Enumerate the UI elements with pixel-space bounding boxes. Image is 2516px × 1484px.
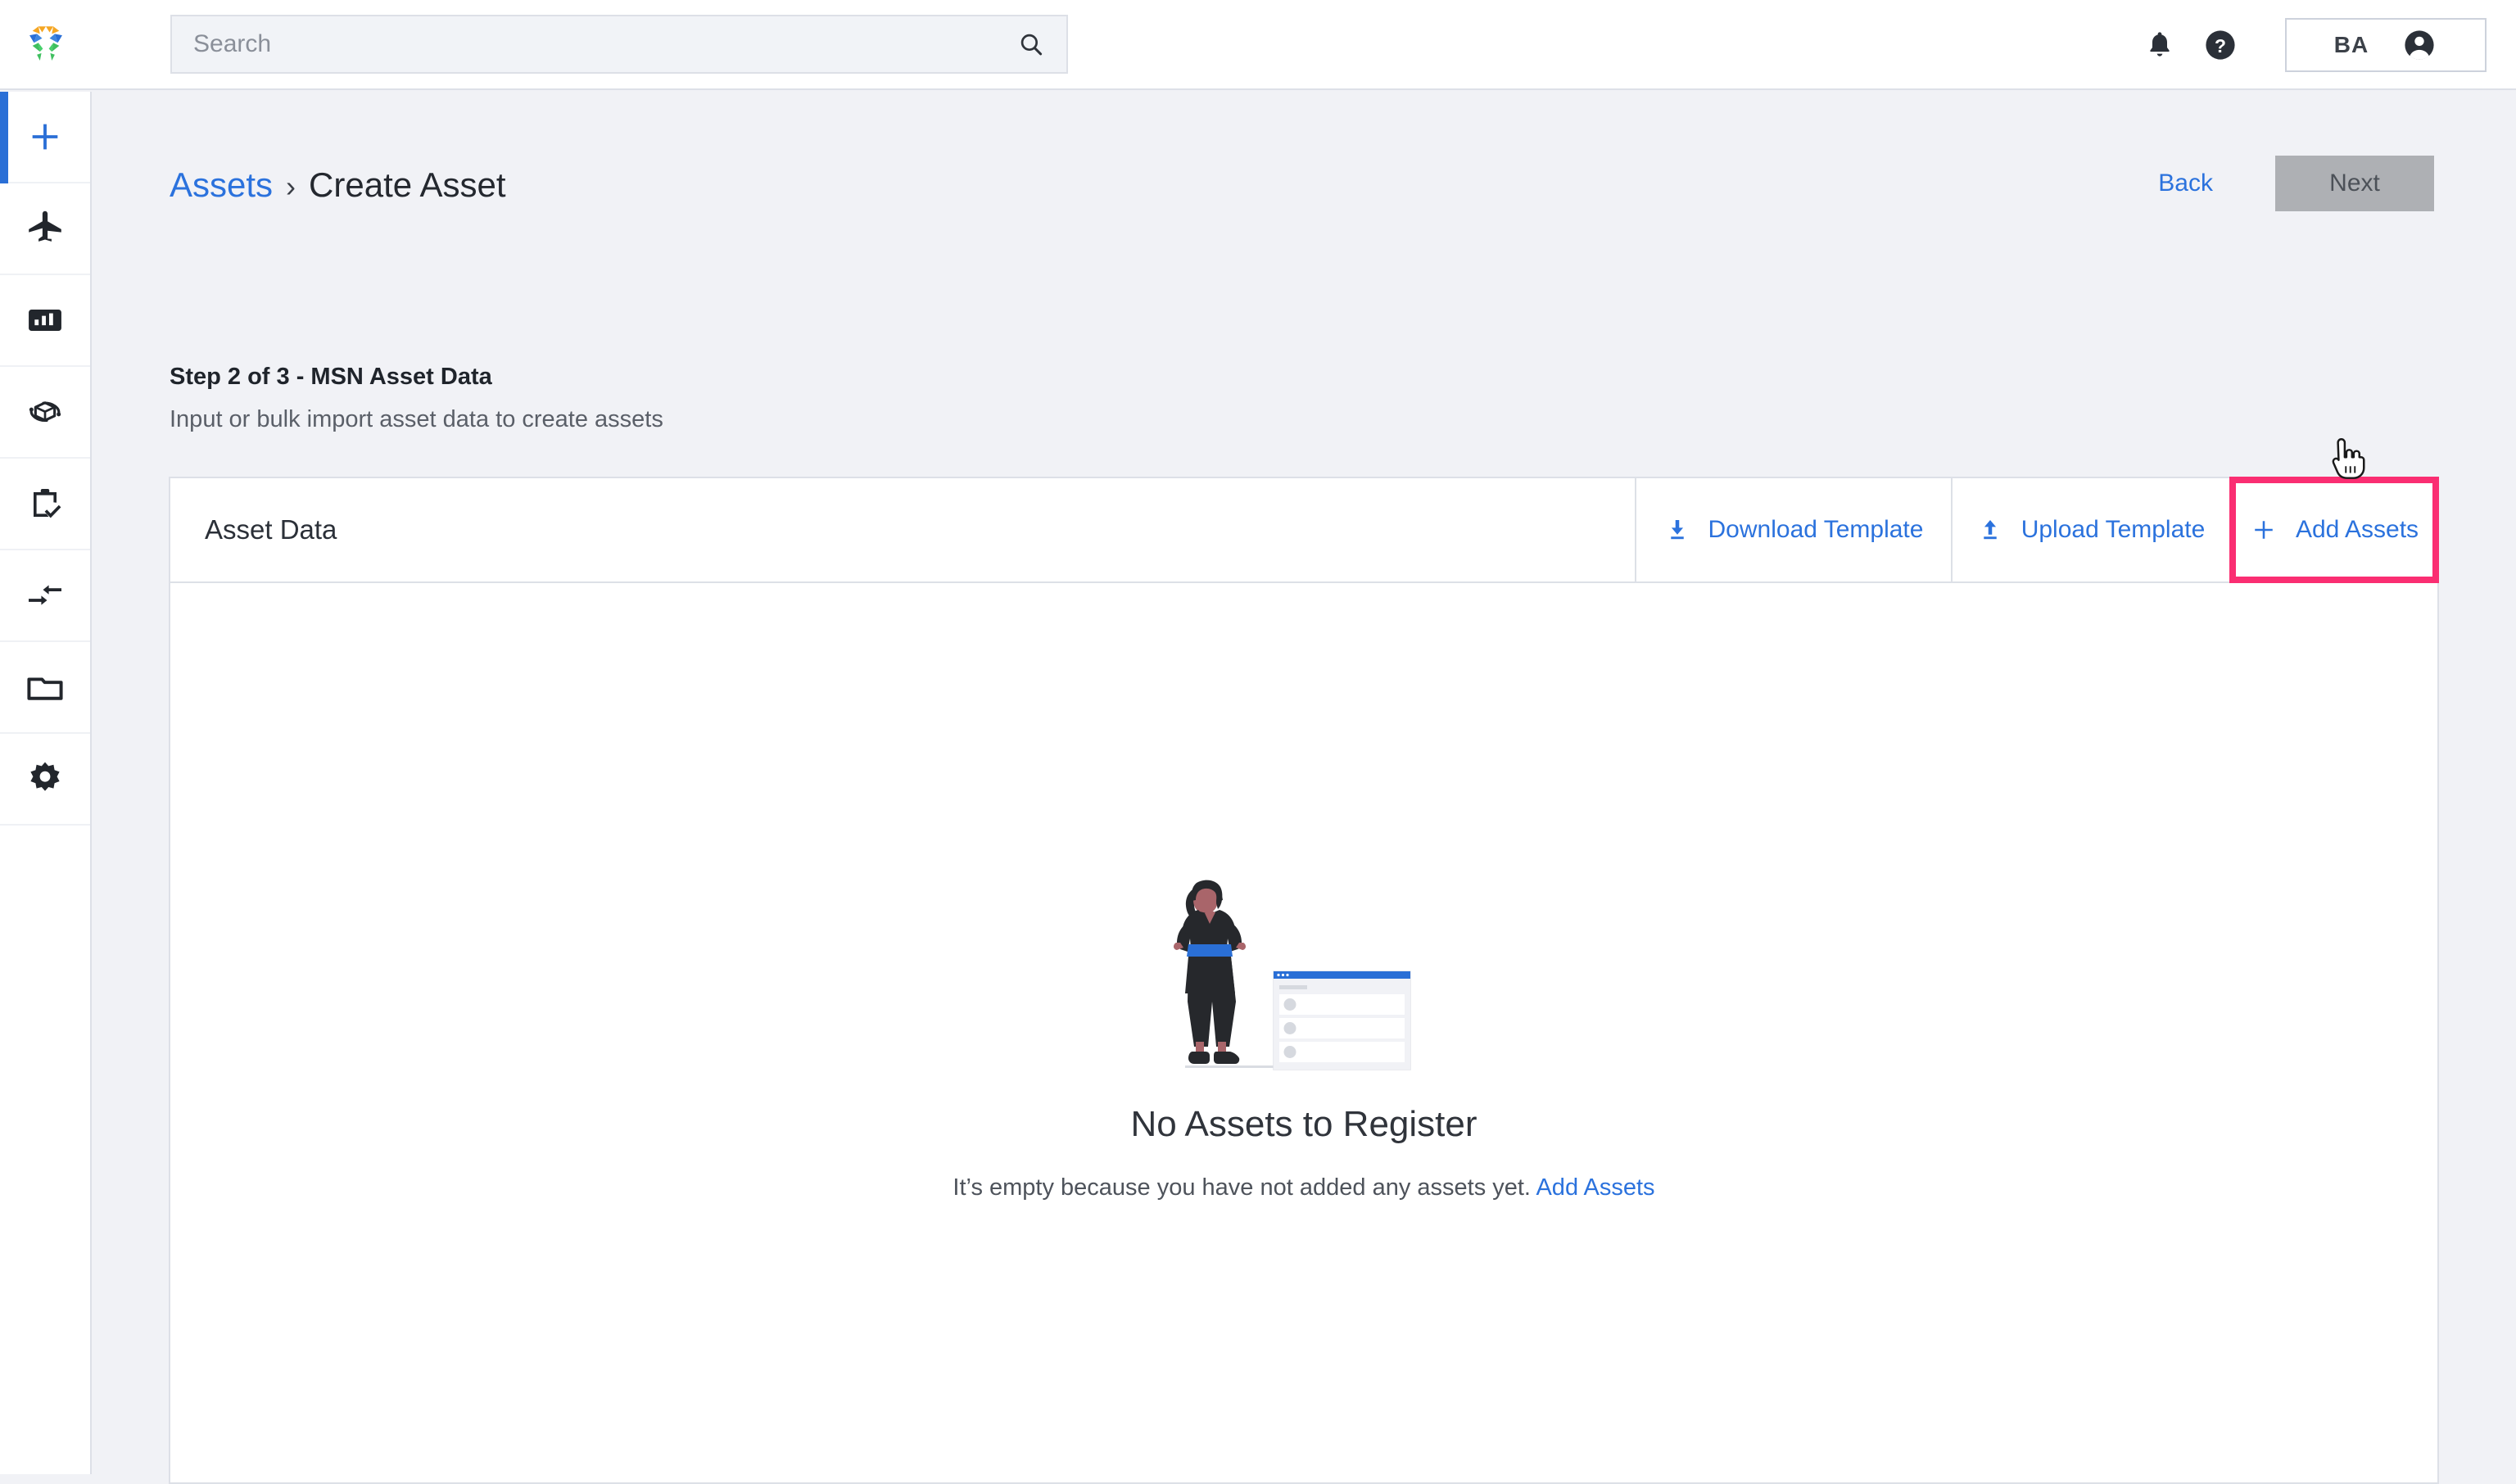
user-initials: BA xyxy=(2333,32,2369,57)
wizard-actions: Back Next xyxy=(2158,156,2434,211)
breadcrumb: Assets › Create Asset xyxy=(170,165,506,205)
asset-data-card: Asset Data Download Template Upload Temp… xyxy=(169,477,2439,1484)
plus-icon xyxy=(32,124,58,150)
sidebar-item-add[interactable] xyxy=(0,92,90,183)
sidebar xyxy=(0,92,92,1474)
search-icon[interactable] xyxy=(1017,30,1045,58)
search-input[interactable] xyxy=(193,30,1017,58)
empty-state-message: It’s empty because you have not added an… xyxy=(953,1174,1654,1201)
card-header: Asset Data Download Template Upload Temp… xyxy=(170,477,2439,583)
top-bar: ? BA xyxy=(0,0,2516,90)
sidebar-item-tasks[interactable] xyxy=(0,459,90,550)
step-subtitle: Input or bulk import asset data to creat… xyxy=(170,406,663,432)
package-rotate-icon xyxy=(29,401,61,422)
notifications-button[interactable] xyxy=(2129,15,2190,75)
sidebar-item-flights[interactable] xyxy=(0,183,90,275)
sidebar-item-transfers[interactable] xyxy=(0,550,90,642)
clipboard-check-icon xyxy=(34,489,61,518)
help-circle-icon: ? xyxy=(2206,30,2235,60)
gear-icon xyxy=(30,762,60,791)
empty-state-title: No Assets to Register xyxy=(1130,1103,1477,1144)
transfer-arrows-icon xyxy=(29,585,61,605)
empty-state: No Assets to Register It’s empty because… xyxy=(170,585,2437,1482)
app-logo[interactable] xyxy=(0,0,92,89)
download-template-button[interactable]: Download Template xyxy=(1635,478,1951,581)
plus-icon xyxy=(2255,521,2273,539)
search-box[interactable] xyxy=(170,15,1068,74)
card-title: Asset Data xyxy=(205,514,337,545)
upload-template-label: Upload Template xyxy=(2020,516,2206,543)
sidebar-item-settings[interactable] xyxy=(0,734,90,826)
bar-chart-icon xyxy=(29,309,61,332)
user-menu[interactable]: BA xyxy=(2285,18,2487,72)
back-button[interactable]: Back xyxy=(2158,170,2213,197)
step-title: Step 2 of 3 - MSN Asset Data xyxy=(170,364,492,390)
svg-text:?: ? xyxy=(2215,35,2226,57)
empty-state-message-text: It’s empty because you have not added an… xyxy=(953,1174,1531,1201)
upload-template-button[interactable]: Upload Template xyxy=(1951,478,2229,581)
download-icon xyxy=(1670,520,1684,540)
add-assets-button[interactable]: Add Assets xyxy=(2229,477,2439,583)
sidebar-item-folders[interactable] xyxy=(0,642,90,734)
main-content: Assets › Create Asset Back Next Step 2 o… xyxy=(92,92,2516,1484)
sidebar-item-reports[interactable] xyxy=(0,275,90,367)
breadcrumb-assets-link[interactable]: Assets xyxy=(170,165,273,205)
woman-with-empty-list-illustration xyxy=(1174,880,1411,1070)
next-button[interactable]: Next xyxy=(2275,156,2434,211)
folder-icon xyxy=(27,677,63,700)
empty-state-add-assets-link[interactable]: Add Assets xyxy=(1536,1174,1654,1201)
help-button[interactable]: ? xyxy=(2190,15,2251,75)
account-circle-icon xyxy=(2405,30,2434,60)
upload-icon xyxy=(1983,520,1997,540)
hexagon-logo-icon xyxy=(29,26,62,61)
download-template-label: Download Template xyxy=(1708,516,1924,543)
add-assets-label: Add Assets xyxy=(2295,516,2419,543)
sidebar-item-rotables[interactable] xyxy=(0,367,90,459)
bell-icon xyxy=(2150,32,2170,57)
breadcrumb-separator: › xyxy=(286,170,296,203)
airplane-icon xyxy=(29,210,61,242)
page-title: Create Asset xyxy=(309,165,506,204)
top-bar-actions: ? BA xyxy=(2129,0,2516,90)
